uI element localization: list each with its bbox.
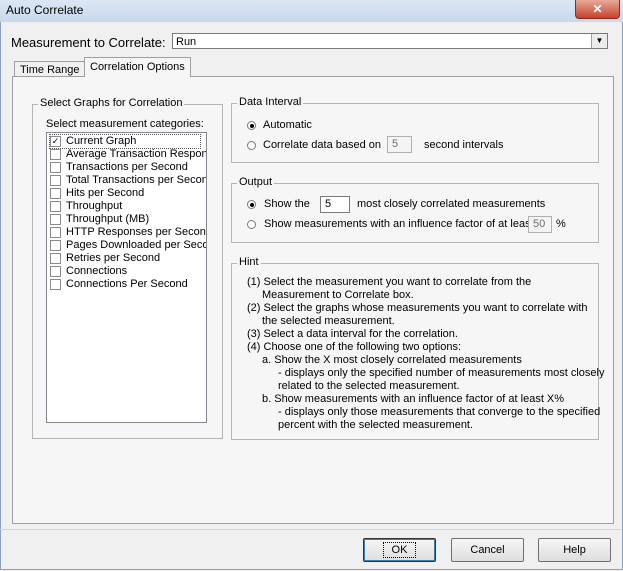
checkbox[interactable] [50,240,61,251]
tab-correlation-options[interactable]: Correlation Options [84,57,191,77]
tab-time-range[interactable]: Time Range [14,61,86,77]
radio-correlate-interval[interactable] [247,141,256,150]
measurement-combobox[interactable]: Run ▼ [172,33,608,49]
title-bar [0,0,623,22]
automatic-label: Automatic [263,119,312,131]
checkbox[interactable] [50,162,61,173]
hint-line: related to the selected measurement. [278,380,460,392]
influence-input[interactable]: 50 [528,216,552,233]
show-label: Show the [264,198,310,210]
checkbox[interactable] [50,175,61,186]
hint-line: - displays only the specified number of … [278,367,605,379]
hint-line: (4) Choose one of the following two opti… [247,341,462,353]
categories-label: Select measurement categories: [46,118,204,130]
close-button[interactable]: ✕ [575,0,620,19]
checkbox[interactable] [50,214,61,225]
measurement-value: Run [176,36,197,48]
hint-line: - displays only those measurements that … [278,406,601,418]
checkbox-checked[interactable]: ✓ [50,136,61,147]
separator [0,529,621,530]
hint-line: percent with the selected measurement. [278,419,474,431]
checkbox[interactable] [50,227,61,238]
data-interval-group: Data Interval [231,96,599,163]
interval-suffix: second intervals [424,139,504,151]
help-button[interactable]: Help [538,538,611,562]
cancel-button[interactable]: Cancel [451,538,524,562]
radio-show-top[interactable] [247,200,256,209]
hint-line: (1) Select the measurement you want to c… [247,276,532,288]
radio-influence[interactable] [247,220,256,229]
ok-button-label: OK [382,542,417,558]
checkbox[interactable] [50,253,61,264]
checkbox[interactable] [50,188,61,199]
influence-label: Show measurements with an influence fact… [264,218,534,230]
checkbox[interactable] [50,279,61,290]
checkbox[interactable] [50,149,61,160]
ok-button[interactable]: OK [363,538,436,562]
select-graphs-title: Select Graphs for Correlation [38,97,185,109]
checkbox[interactable] [50,266,61,277]
influence-suffix: % [556,218,566,230]
correlate-label: Correlate data based on [263,139,382,151]
hint-line: the selected measurement. [262,315,395,327]
data-interval-title: Data Interval [237,96,304,108]
window-title: Auto Correlate [6,3,84,17]
hint-line: (2) Select the graphs whose measurements… [247,302,588,314]
hint-line: Measurement to Correlate box. [262,289,414,301]
measurement-label: Measurement to Correlate: [11,35,166,50]
hint-line: (3) Select a data interval for the corre… [247,328,458,340]
output-title: Output [237,176,275,188]
list-item[interactable]: ✓ Current Graph [49,134,201,149]
categories-list[interactable]: ✓ Current Graph Average Transaction Resp… [46,132,207,423]
radio-automatic[interactable] [247,121,256,130]
interval-input[interactable]: 5 [387,136,412,153]
hint-line: b. Show measurements with an influence f… [262,393,565,405]
chevron-down-icon[interactable]: ▼ [591,34,607,48]
count-input[interactable]: 5 [320,196,350,213]
checkbox[interactable] [50,201,61,212]
output-group: Output [231,176,599,243]
hint-line: a. Show the X most closely correlated me… [262,354,522,366]
count-suffix: most closely correlated measurements [357,198,546,210]
hint-title: Hint [237,256,261,268]
